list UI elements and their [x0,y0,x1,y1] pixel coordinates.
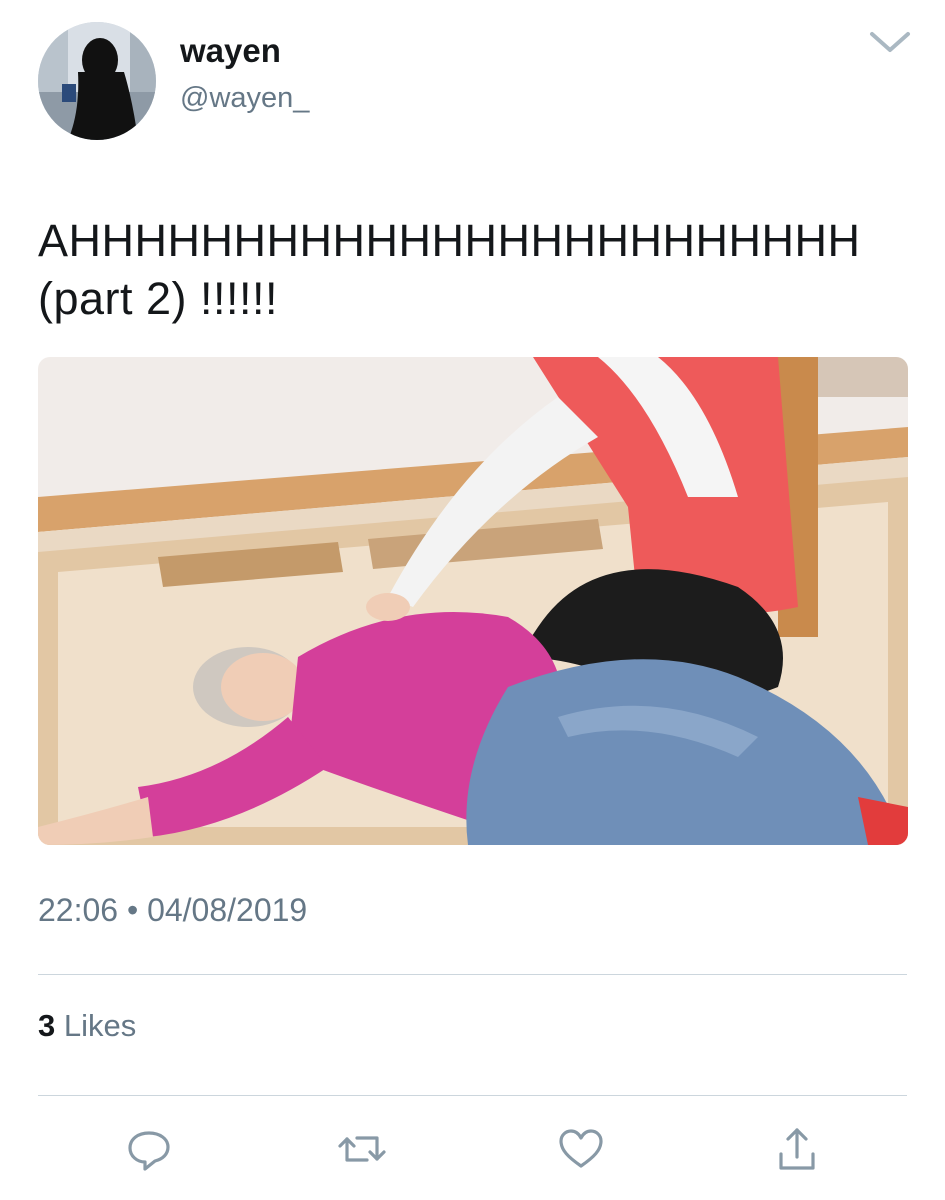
tweet-timestamp[interactable]: 22:06 • 04/08/2019 [38,892,307,929]
timestamp-separator: • [126,892,139,928]
chevron-down-icon[interactable] [868,28,912,56]
user-handle[interactable]: @wayen_ [180,82,309,115]
tweet-actions [0,1124,945,1174]
tweet-photo[interactable] [38,357,908,845]
retweet-icon[interactable] [337,1124,387,1174]
heart-icon[interactable] [556,1124,606,1174]
display-name[interactable]: wayen [180,32,281,70]
likes-stat[interactable]: 3 Likes [38,1008,136,1044]
tweet-date: 04/08/2019 [147,892,308,928]
likes-label: Likes [63,1008,137,1043]
divider [38,1095,907,1096]
tweet-time: 22:06 [38,892,119,928]
tweet-text: AHHHHHHHHHHHHHHHHHHHHHHHH (part 2) !!!!!… [38,215,861,324]
avatar[interactable] [38,22,156,140]
divider [38,974,907,975]
share-icon[interactable] [772,1124,822,1174]
likes-count: 3 [38,1008,56,1043]
reply-icon[interactable] [124,1124,174,1174]
